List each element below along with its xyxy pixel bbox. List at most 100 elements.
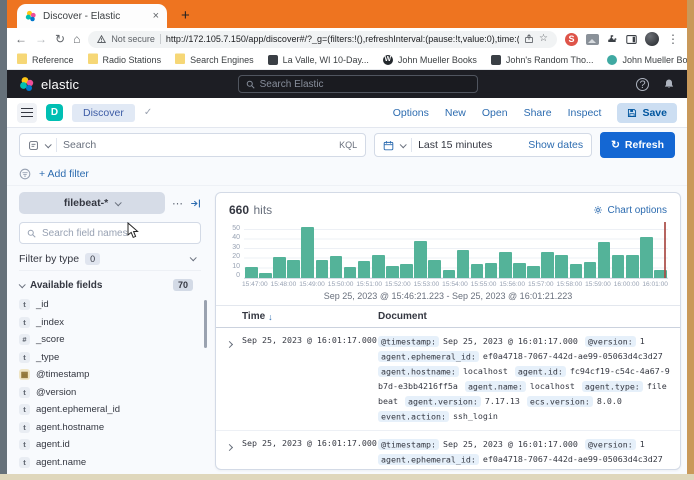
bookmark-item[interactable]: Reference: [17, 55, 74, 65]
home-icon[interactable]: ⌂: [73, 33, 80, 45]
doc-field-chip[interactable]: agent.ephemeral_id:: [378, 351, 479, 362]
bookmark-item[interactable]: John Mueller Books...: [607, 55, 687, 65]
histogram-bar[interactable]: [598, 242, 611, 278]
url-text[interactable]: http://172.105.7.150/app/discover#/?_g=(…: [166, 34, 519, 44]
bookmark-item[interactable]: John's Random Tho...: [491, 55, 594, 65]
histogram-bar[interactable]: [330, 256, 343, 278]
add-filter-link[interactable]: + Add filter: [39, 168, 89, 180]
doc-field-chip[interactable]: agent.type:: [582, 381, 643, 392]
screenshot-extension-icon[interactable]: [586, 34, 599, 45]
kql-search-input[interactable]: Search KQL: [19, 133, 366, 157]
field-item[interactable]: t@version: [19, 384, 201, 402]
extensions-puzzle-icon[interactable]: [607, 34, 618, 45]
chevron-down-icon[interactable]: [400, 141, 407, 148]
time-range-picker[interactable]: Last 15 minutes Show dates: [374, 133, 592, 157]
histogram-bar[interactable]: [414, 241, 427, 278]
histogram-bar[interactable]: [386, 266, 399, 278]
field-item[interactable]: t_type: [19, 349, 201, 367]
doc-field-chip[interactable]: agent.hostname:: [378, 469, 459, 471]
histogram-bar[interactable]: [358, 261, 371, 278]
histogram-bar[interactable]: [301, 227, 314, 278]
time-range-value[interactable]: Last 15 minutes: [418, 139, 522, 151]
collapse-sidebar-icon[interactable]: [190, 198, 201, 209]
forward-icon[interactable]: →: [35, 33, 47, 45]
histogram-bar[interactable]: [443, 270, 456, 278]
histogram-bar[interactable]: [273, 257, 286, 278]
back-icon[interactable]: ←: [15, 33, 27, 45]
chrome-menu-icon[interactable]: ⋮: [667, 33, 679, 45]
alerts-bell-icon[interactable]: [663, 78, 675, 90]
table-row[interactable]: Sep 25, 2023 @ 16:01:17.000@timestamp:Se…: [216, 431, 680, 470]
doc-field-chip[interactable]: @timestamp:: [378, 439, 439, 450]
doc-field-chip[interactable]: @timestamp:: [378, 336, 439, 347]
bookmark-item[interactable]: La Valle, WI 10-Day...: [268, 55, 369, 65]
calendar-icon[interactable]: [383, 140, 394, 151]
new-tab-button[interactable]: +: [181, 8, 190, 23]
field-item[interactable]: #_score: [19, 331, 201, 349]
sidebar-scrollbar-thumb[interactable]: [204, 300, 207, 348]
field-item[interactable]: tagent.id: [19, 436, 201, 454]
close-tab-icon[interactable]: ×: [153, 11, 159, 22]
histogram-bar[interactable]: [527, 266, 540, 278]
histogram-bar[interactable]: [428, 260, 441, 278]
doc-field-chip[interactable]: agent.version:: [405, 396, 481, 407]
histogram-bar[interactable]: [612, 255, 625, 278]
histogram-bar[interactable]: [570, 264, 583, 278]
field-item[interactable]: tagent.name: [19, 454, 201, 472]
histogram-bar[interactable]: [485, 263, 498, 278]
histogram-bar[interactable]: [457, 250, 470, 278]
expand-row-icon[interactable]: [216, 437, 242, 470]
available-fields-header[interactable]: Available fields 70: [19, 279, 201, 291]
saved-query-icon[interactable]: [28, 140, 39, 151]
query-language-badge[interactable]: KQL: [339, 140, 357, 150]
side-panel-icon[interactable]: [626, 34, 637, 45]
index-options-icon[interactable]: ⋯: [172, 197, 183, 210]
toolbar-link-options[interactable]: Options: [393, 107, 429, 119]
histogram-bar[interactable]: [245, 267, 258, 278]
doc-field-chip[interactable]: agent.ephemeral_id:: [378, 454, 479, 465]
doc-field-chip[interactable]: agent.id:: [515, 366, 566, 377]
help-icon[interactable]: ?: [636, 78, 649, 91]
histogram-bar[interactable]: [287, 260, 300, 278]
histogram-bar[interactable]: [400, 264, 413, 278]
bookmark-item[interactable]: Radio Stations: [88, 55, 162, 65]
global-search-input[interactable]: Search Elastic: [238, 75, 478, 93]
histogram-bar[interactable]: [584, 262, 597, 278]
doc-field-chip[interactable]: agent.id:: [515, 469, 566, 471]
extension-red-icon[interactable]: S: [565, 33, 578, 46]
histogram-bar[interactable]: [316, 260, 329, 278]
share-icon[interactable]: [524, 34, 534, 44]
toolbar-link-share[interactable]: Share: [524, 107, 552, 119]
doc-field-chip[interactable]: agent.hostname:: [378, 366, 459, 377]
profile-avatar[interactable]: [645, 32, 659, 46]
histogram-bar[interactable]: [344, 267, 357, 278]
chart-options-button[interactable]: Chart options: [593, 205, 667, 216]
field-item[interactable]: tagent.hostname: [19, 419, 201, 437]
field-search-input[interactable]: Search field names: [19, 222, 201, 244]
filter-icon[interactable]: [19, 168, 31, 180]
toolbar-link-new[interactable]: New: [445, 107, 466, 119]
bookmark-star-icon[interactable]: ☆: [539, 34, 548, 44]
histogram-bar[interactable]: [513, 263, 526, 278]
histogram-bar[interactable]: [640, 237, 653, 278]
doc-field-chip[interactable]: @version:: [585, 336, 636, 347]
doc-field-chip[interactable]: ecs.version:: [527, 396, 593, 407]
toolbar-link-open[interactable]: Open: [482, 107, 508, 119]
histogram-bar[interactable]: [259, 273, 272, 278]
field-item[interactable]: tagent.ephemeral_id: [19, 401, 201, 419]
expand-row-icon[interactable]: [216, 334, 242, 424]
filter-by-type[interactable]: Filter by type 0: [19, 251, 201, 271]
histogram-bar[interactable]: [471, 264, 484, 278]
toolbar-link-inspect[interactable]: Inspect: [568, 107, 602, 119]
histogram-bar[interactable]: [541, 252, 554, 278]
field-item[interactable]: t_index: [19, 314, 201, 332]
histogram-bar[interactable]: [626, 255, 639, 278]
reload-icon[interactable]: ↻: [55, 33, 65, 45]
time-column-header[interactable]: Time ↓: [242, 311, 378, 322]
sort-descending-icon[interactable]: ↓: [268, 312, 273, 322]
bookmark-item[interactable]: Search Engines: [175, 55, 254, 65]
refresh-button[interactable]: ↻ Refresh: [600, 132, 675, 158]
breadcrumb[interactable]: Discover: [72, 104, 135, 122]
field-item[interactable]: ▦@timestamp: [19, 366, 201, 384]
show-dates-link[interactable]: Show dates: [528, 139, 583, 151]
